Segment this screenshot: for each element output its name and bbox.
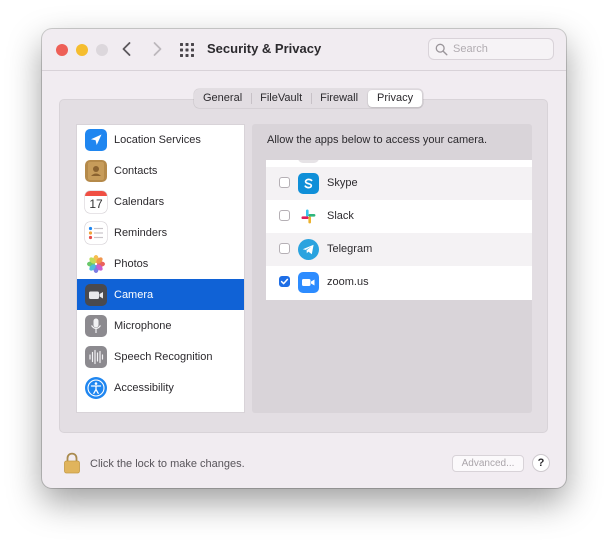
sidebar-item-contacts[interactable]: Contacts	[77, 155, 244, 186]
security-privacy-window: Security & Privacy General FileVault Fir…	[42, 29, 566, 488]
sidebar-item-camera[interactable]: Camera	[77, 279, 244, 310]
sidebar-item-photos[interactable]: Photos	[77, 248, 244, 279]
sidebar-item-label: Speech Recognition	[114, 350, 213, 363]
waveform-icon	[85, 345, 107, 368]
app-name: Skype	[327, 177, 358, 189]
accessibility-person-icon	[85, 376, 107, 399]
checkmark-icon	[280, 278, 289, 285]
back-arrow-icon[interactable]	[119, 39, 135, 59]
telegram-checkbox[interactable]	[279, 243, 290, 254]
photos-flower-icon	[85, 252, 107, 275]
lock-icon[interactable]	[63, 452, 81, 474]
sidebar-item-label: Contacts	[114, 164, 158, 177]
tab-general[interactable]: General	[194, 89, 251, 108]
camera-icon	[85, 283, 107, 306]
skype-icon	[298, 173, 319, 194]
lock-hint-text: Click the lock to make changes.	[90, 458, 245, 470]
slack-checkbox[interactable]	[279, 210, 290, 221]
app-name: Slack	[327, 210, 354, 222]
zoom-icon	[298, 272, 319, 293]
app-name: Telegram	[327, 243, 373, 255]
show-all-grid-icon[interactable]	[180, 43, 194, 57]
app-row-zoom[interactable]: zoom.us	[266, 266, 532, 299]
zoom-window-button[interactable]	[96, 44, 108, 56]
sidebar-item-label: Location Services	[114, 133, 201, 146]
reminders-list-icon	[85, 221, 107, 244]
contacts-book-icon	[85, 159, 107, 182]
sidebar-item-label: Camera	[114, 288, 154, 301]
slack-icon	[298, 206, 319, 227]
sidebar-item-speech-recognition[interactable]: Speech Recognition	[77, 341, 244, 372]
location-arrow-icon	[85, 128, 107, 151]
telegram-icon	[298, 239, 319, 260]
privacy-category-list: Location Services Contacts 17 Calendars	[76, 124, 245, 413]
camera-access-heading: Allow the apps below to access your came…	[267, 134, 488, 146]
window-title: Security & Privacy	[207, 41, 322, 56]
app-row-telegram[interactable]: Telegram	[266, 233, 532, 266]
microphone-icon	[85, 314, 107, 337]
zoom-checkbox[interactable]	[279, 276, 290, 287]
sidebar-item-reminders[interactable]: Reminders	[77, 217, 244, 248]
titlebar: Security & Privacy	[42, 29, 566, 71]
search-icon	[435, 43, 448, 56]
minimize-window-button[interactable]	[76, 44, 88, 56]
sidebar-item-label: Accessibility	[114, 381, 174, 394]
calendar-icon: 17	[85, 190, 107, 213]
sidebar-item-microphone[interactable]: Microphone	[77, 310, 244, 341]
camera-access-panel: Allow the apps below to access your came…	[252, 124, 532, 413]
tab-firewall[interactable]: Firewall	[311, 89, 367, 108]
app-row-slack[interactable]: Slack	[266, 200, 532, 233]
advanced-button[interactable]: Advanced...	[452, 455, 524, 472]
search-input[interactable]	[453, 41, 549, 57]
sidebar-item-calendars[interactable]: 17 Calendars	[77, 186, 244, 217]
tab-privacy[interactable]: Privacy	[368, 90, 423, 107]
sidebar-item-accessibility[interactable]: Accessibility	[77, 372, 244, 403]
forward-arrow-icon[interactable]	[149, 39, 165, 59]
app-name: zoom.us	[327, 276, 369, 288]
close-window-button[interactable]	[56, 44, 68, 56]
sidebar-item-label: Reminders	[114, 226, 168, 239]
sidebar-item-label: Calendars	[114, 195, 165, 208]
sidebar-item-label: Microphone	[114, 319, 172, 332]
sidebar-item-label: Photos	[114, 257, 149, 270]
help-button[interactable]: ?	[532, 454, 550, 472]
app-row-skype[interactable]: Skype	[266, 167, 532, 200]
tab-filevault[interactable]: FileVault	[251, 89, 311, 108]
list-item	[266, 160, 532, 167]
skype-checkbox[interactable]	[279, 177, 290, 188]
sidebar-item-location-services[interactable]: Location Services	[77, 124, 244, 155]
tab-bar: General FileVault Firewall Privacy	[194, 89, 424, 108]
camera-app-list[interactable]: Skype Slack Telegram zoom.us	[266, 160, 532, 300]
search-field[interactable]	[428, 38, 554, 60]
